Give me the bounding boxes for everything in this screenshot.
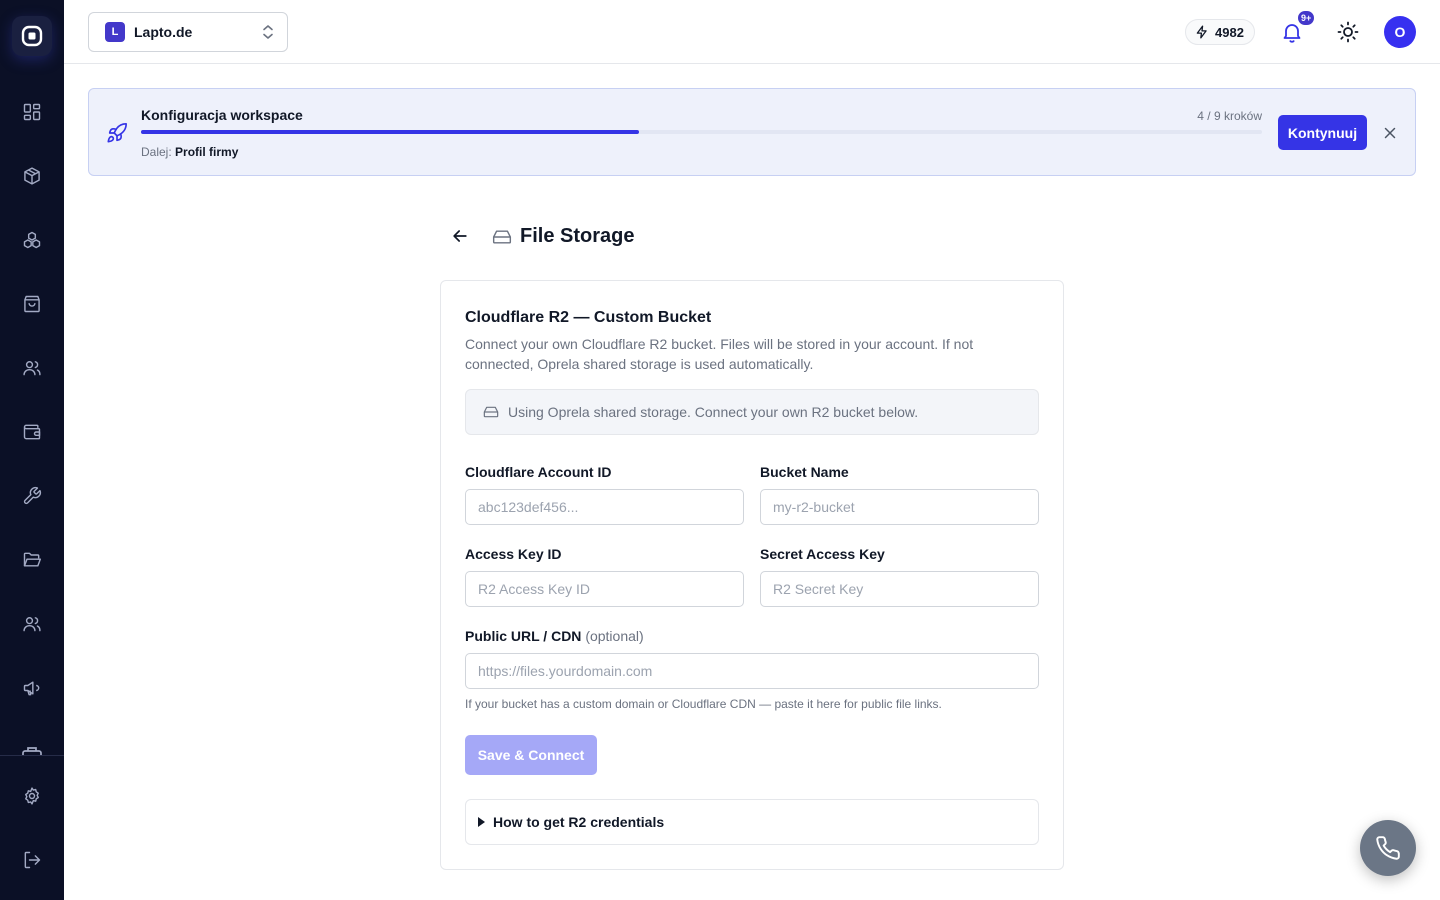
box-icon[interactable] [20,164,44,188]
folder-open-icon[interactable] [20,548,44,572]
sun-icon[interactable] [1336,20,1360,44]
continue-button[interactable]: Kontynuuj [1278,115,1367,150]
logo-icon [21,25,43,47]
notice-text: Using Oprela shared storage. Connect you… [508,404,919,420]
app-logo[interactable] [12,16,52,56]
onboarding-steps: 4 / 9 kroków [1197,109,1262,123]
onboarding-progress-bar [141,130,1262,134]
disclosure-triangle-icon [478,817,485,827]
close-icon[interactable] [1381,124,1399,142]
access-key-label: Access Key ID [465,546,562,562]
lightning-icon [1196,25,1207,39]
wallet-icon[interactable] [20,420,44,444]
notifications-badge: 9+ [1297,10,1316,26]
onboarding-title: Konfiguracja workspace [141,107,303,123]
bucket-name-input[interactable] [760,489,1039,525]
rocket-icon [107,123,127,143]
save-connect-button[interactable]: Save & Connect [465,735,597,775]
secret-key-input[interactable] [760,571,1039,607]
workspace-badge: L [105,22,125,42]
call-support-button[interactable] [1360,820,1416,876]
howto-label: How to get R2 credentials [493,814,665,830]
bucket-name-label: Bucket Name [760,464,849,480]
workspace-selector[interactable]: L Lapto.de [88,12,288,52]
hard-drive-icon [492,230,512,244]
logout-icon[interactable] [20,848,44,872]
account-id-label: Cloudflare Account ID [465,464,612,480]
next-value: Profil firmy [175,145,239,159]
credits-count: 4982 [1215,24,1244,40]
phone-icon [1376,836,1400,860]
onboarding-next-step: Dalej: Profil firmy [141,145,238,159]
secret-key-label: Secret Access Key [760,546,885,562]
card-title: Cloudflare R2 — Custom Bucket [465,309,712,326]
integrations-icon[interactable] [20,228,44,252]
sidebar-divider [0,755,64,756]
card-description: Connect your own Cloudflare R2 bucket. F… [465,336,974,372]
optional-tag: (optional) [585,628,644,644]
megaphone-icon[interactable] [20,676,44,700]
account-id-input[interactable] [465,489,744,525]
public-url-label: Public URL / CDN (optional) [465,628,644,644]
next-label: Dalej: [141,145,172,159]
r2-credentials-help-toggle[interactable]: How to get R2 credentials [465,799,1039,845]
onboarding-progress-fill [141,130,639,134]
onboarding-banner: Konfiguracja workspace 4 / 9 kroków Dale… [88,88,1416,176]
team-icon[interactable] [20,612,44,636]
partial-menu-icon [20,744,44,755]
shopping-bag-icon[interactable] [20,292,44,316]
hard-drive-icon [483,406,499,418]
sidebar [0,0,64,900]
dashboard-grid-icon[interactable] [20,100,44,124]
back-arrow-icon[interactable] [450,226,470,246]
credits-badge[interactable]: 4982 [1185,19,1255,45]
top-bar: L Lapto.de 4982 9+ O [64,0,1440,64]
page-title: File Storage [520,225,635,247]
access-key-input[interactable] [465,571,744,607]
chevron-up-down-icon [263,25,273,39]
workspace-name: Lapto.de [134,24,193,40]
public-url-input[interactable] [465,653,1039,689]
settings-gear-icon[interactable] [20,784,44,808]
public-url-helper: If your bucket has a custom domain or Cl… [465,697,942,711]
user-avatar[interactable]: O [1384,16,1416,48]
storage-status-notice: Using Oprela shared storage. Connect you… [465,389,1039,435]
wrench-icon[interactable] [20,484,44,508]
users-icon[interactable] [20,356,44,380]
public-url-label-text: Public URL / CDN [465,628,582,644]
r2-settings-card: Cloudflare R2 — Custom Bucket Connect yo… [440,280,1064,870]
